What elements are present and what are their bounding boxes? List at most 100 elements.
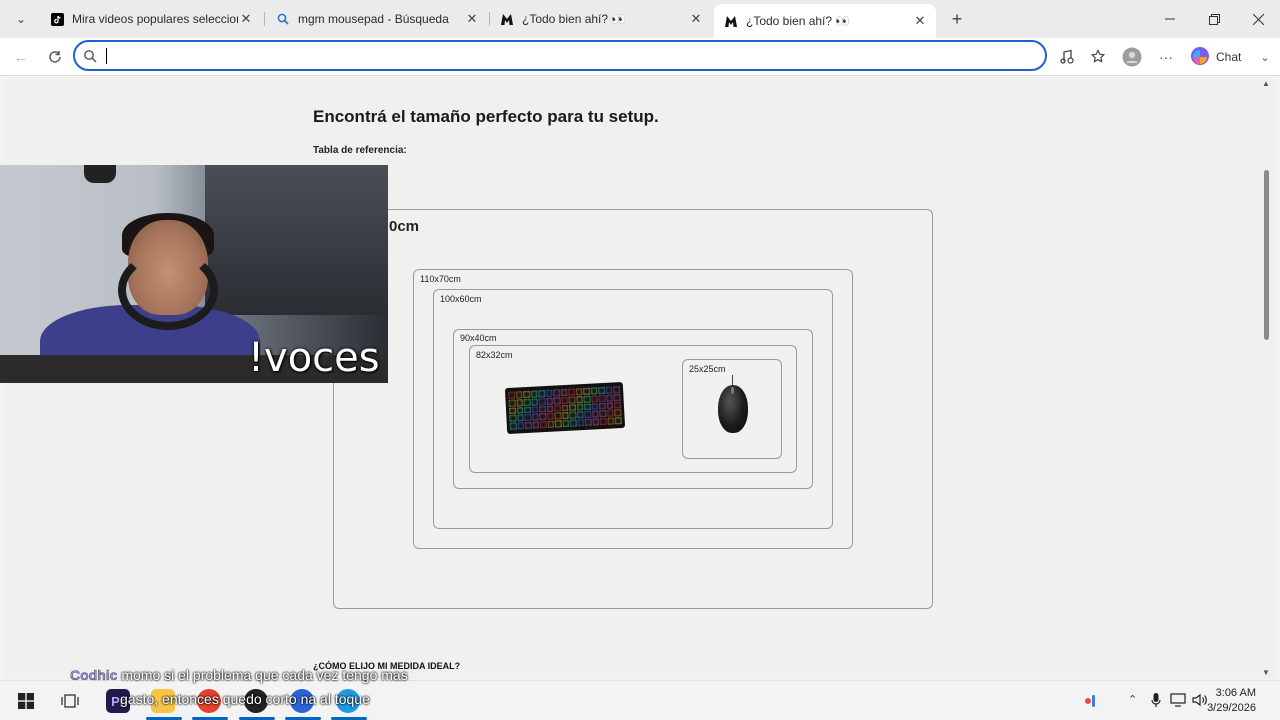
more-options-icon[interactable]: ··· <box>1155 46 1177 68</box>
keyboard-key <box>515 391 523 399</box>
keyboard-key <box>576 403 584 411</box>
keyboard-key <box>553 397 561 405</box>
close-tab-icon[interactable]: ✕ <box>688 11 704 27</box>
refresh-icon[interactable] <box>44 46 66 68</box>
browser-toolbar: ← ··· Chat ⌄ <box>0 38 1280 76</box>
chat-message: momo si el problema que cada vez tengo m… <box>121 667 408 683</box>
tray-app-icon[interactable] <box>1084 693 1098 712</box>
chat-message-continued: gasto, entonces quedo corto na al toque <box>120 691 370 707</box>
webcam-overlay: !voces <box>0 165 388 383</box>
keyboard-key <box>508 399 516 407</box>
chat-label: Chat <box>1216 50 1242 64</box>
task-view-icon[interactable] <box>58 689 82 713</box>
mgm-logo-icon <box>500 12 514 26</box>
tab-mgm-active[interactable]: ¿Todo bien ahí? 👀 ✕ <box>714 4 936 38</box>
restore-icon[interactable] <box>1192 0 1236 38</box>
keyboard-key <box>538 390 546 398</box>
favorites-star-icon[interactable] <box>1088 46 1110 68</box>
keyboard-key <box>546 413 554 421</box>
tab-search[interactable]: mgm mousepad - Búsqueda ✕ <box>266 5 488 33</box>
keyboard-key <box>553 389 561 397</box>
keyboard-key <box>509 414 517 423</box>
keyboard-key <box>606 394 614 402</box>
keyboard-key <box>576 395 584 403</box>
mgm-logo-icon <box>724 14 738 28</box>
volume-icon[interactable] <box>1192 693 1208 710</box>
keyboard-key <box>577 411 584 419</box>
system-clock[interactable]: 3:06 AM 3/29/2026 <box>1207 686 1256 716</box>
keyboard-key <box>561 404 569 412</box>
read-aloud-icon[interactable] <box>1056 46 1078 68</box>
windows-start-icon[interactable] <box>14 689 38 713</box>
keyboard-key <box>508 407 516 415</box>
tab-tiktok[interactable]: Mira videos populares seleccionad ✕ <box>40 5 262 33</box>
page-scrollbar[interactable]: ▲ ▼ <box>1258 77 1274 679</box>
keyboard-key <box>569 404 576 412</box>
search-icon <box>276 12 290 26</box>
keyboard-key <box>607 417 615 425</box>
keyboard-key <box>516 399 523 407</box>
keyboard-key <box>524 421 532 430</box>
keyboard-key <box>560 388 568 396</box>
keyboard-key <box>568 396 576 404</box>
scroll-down-arrow-icon[interactable]: ▼ <box>1262 668 1270 677</box>
microphone-icon[interactable] <box>1151 693 1161 711</box>
close-tab-icon[interactable]: ✕ <box>238 11 254 27</box>
size-label: 90x40cm <box>460 333 497 343</box>
headset <box>118 250 218 330</box>
tab-actions-chevron-down-icon[interactable]: ⌄ <box>10 8 32 30</box>
chat-button[interactable]: Chat <box>1190 46 1241 68</box>
scrollbar-thumb[interactable] <box>1264 170 1269 340</box>
tab-title: ¿Todo bien ahí? 👀 <box>746 14 851 28</box>
keyboard-key <box>538 405 546 413</box>
keyboard-key <box>592 418 600 426</box>
address-input[interactable] <box>105 46 1025 66</box>
keyboard-key <box>591 395 599 403</box>
webcam-caption: !voces <box>248 335 380 381</box>
keyboard-key <box>539 421 547 429</box>
keyboard-key <box>584 418 592 426</box>
keyboard-key <box>584 411 592 419</box>
chat-line: Codhic momo si el problema que cada vez … <box>70 667 408 683</box>
close-tab-icon[interactable]: ✕ <box>464 11 480 27</box>
address-bar[interactable] <box>73 40 1047 71</box>
new-tab-plus-icon[interactable]: + <box>946 8 968 30</box>
keyboard-key <box>590 387 598 395</box>
keyboard-key <box>562 419 570 428</box>
keyboard-key <box>577 419 585 427</box>
keyboard-key <box>569 419 577 427</box>
keyboard-key <box>605 386 613 394</box>
keyboard-key <box>509 422 517 430</box>
tab-strip: ⌄ Mira videos populares seleccionad ✕ mg… <box>0 0 1280 38</box>
tab-title: Mira videos populares seleccionad <box>72 12 238 26</box>
search-icon <box>83 49 97 68</box>
network-icon[interactable] <box>1170 693 1186 710</box>
keyboard-key <box>516 414 524 422</box>
chevron-down-icon[interactable]: ⌄ <box>1254 46 1276 68</box>
keyboard-key <box>561 412 569 420</box>
clock-time: 3:06 AM <box>1215 687 1256 699</box>
keyboard-key <box>606 402 614 410</box>
keyboard-key <box>554 412 562 420</box>
scroll-up-arrow-icon[interactable]: ▲ <box>1262 79 1270 88</box>
keyboard-key <box>591 402 599 410</box>
keyboard-key <box>613 393 621 402</box>
keyboard-key <box>583 387 591 395</box>
keyboard-key <box>545 389 553 397</box>
keyboard-key <box>516 406 524 414</box>
size-label: 82x32cm <box>476 350 513 360</box>
tab-mgm-1[interactable]: ¿Todo bien ahí? 👀 ✕ <box>490 5 712 33</box>
close-window-icon[interactable] <box>1236 0 1280 38</box>
tab-title: ¿Todo bien ahí? 👀 <box>522 12 627 26</box>
profile-avatar-icon[interactable] <box>1121 46 1143 68</box>
back-arrow-icon[interactable]: ← <box>10 46 32 68</box>
keyboard-key <box>523 398 531 406</box>
keyboard-key <box>598 386 606 395</box>
tiktok-icon <box>50 12 64 26</box>
keyboard-key <box>546 397 553 405</box>
keyboard-image <box>504 381 626 435</box>
close-tab-icon[interactable]: ✕ <box>912 13 928 29</box>
keyboard-key <box>568 388 576 396</box>
show-hidden-icons-chevron-icon[interactable]: ⌃ <box>1128 693 1137 706</box>
minimize-icon[interactable] <box>1148 0 1192 38</box>
